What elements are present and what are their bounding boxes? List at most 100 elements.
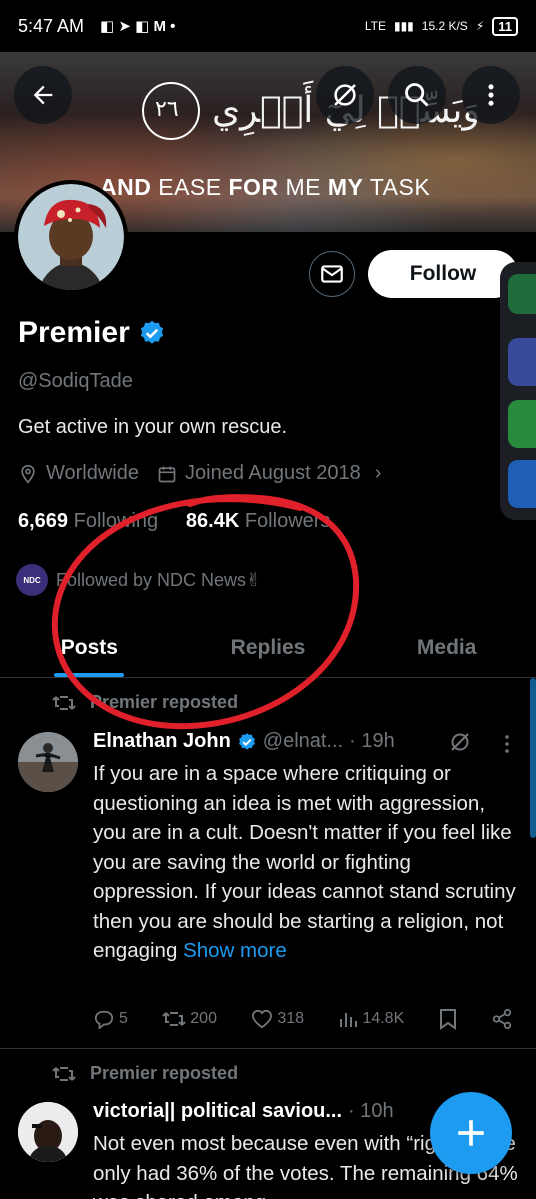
search-icon [405, 83, 429, 107]
battery-level: 11 [492, 16, 518, 36]
post-time: · 19h [349, 730, 395, 752]
profile-name: Premier [18, 316, 130, 349]
post-author-avatar[interactable] [18, 732, 78, 792]
banner-caption: AND EASE FOR ME MY TASK [100, 174, 430, 201]
repost-icon [52, 1066, 76, 1081]
profile-handle: @SodiqTade [18, 370, 133, 392]
repost-indicator-2: Premier reposted [52, 1063, 238, 1084]
post-author-avatar-2[interactable] [18, 1102, 78, 1162]
side-chip-blue[interactable] [508, 460, 536, 508]
status-time: 5:47 AM [18, 15, 85, 36]
following-count: 6,669 [18, 510, 69, 532]
calendar-icon [158, 466, 176, 482]
more-vertical-icon [488, 84, 494, 106]
back-button[interactable] [14, 66, 72, 124]
views-chart-icon [340, 1013, 358, 1027]
share-action[interactable] [491, 1008, 513, 1030]
profile-meta: Worldwide Joined August 2018 › [18, 462, 381, 485]
network-speed: 15.2 K/S [421, 19, 468, 33]
location-icon [21, 464, 35, 484]
repost-label: Premier reposted [90, 692, 239, 712]
profile-location: Worldwide [46, 462, 139, 484]
verified-badge-icon [238, 732, 255, 750]
grok-icon[interactable] [448, 730, 472, 754]
heart-icon [252, 1009, 273, 1029]
profile-name-row: Premier [18, 316, 166, 350]
side-chip-green[interactable] [508, 274, 536, 314]
caption-my: MY [327, 174, 364, 200]
follow-button[interactable]: Follow [368, 250, 518, 298]
bookmark-icon [439, 1009, 456, 1030]
repost-action[interactable]: 200 [162, 1008, 217, 1030]
followed-by-text: Followed by NDC News✌ [56, 569, 262, 590]
ndc-avatar: NDC [16, 564, 48, 596]
side-chip-green-2[interactable] [508, 400, 536, 448]
charging-icon: ⚡ [475, 19, 485, 33]
show-more-link[interactable]: Show more [183, 939, 287, 962]
tab-media[interactable]: Media [357, 618, 536, 677]
view-count: 14.8K [362, 1010, 405, 1027]
post-header-2: victoria|| political saviou... · 10h [93, 1100, 394, 1123]
post-text-content: If you are in a space where critiquing o… [93, 762, 516, 962]
reply-action[interactable]: 5 [93, 1008, 128, 1030]
post-divider [0, 1048, 536, 1049]
following-label: Following [73, 510, 159, 532]
profile-stats: 6,669 Following 86.4K Followers [18, 510, 330, 533]
followed-by-row[interactable]: NDC Followed by NDC News✌ [16, 564, 261, 596]
repost-label: Premier reposted [90, 1063, 239, 1083]
back-arrow-icon [33, 85, 53, 105]
verse-number: ٢٦ [155, 96, 179, 121]
post-time-2: · 10h [348, 1100, 394, 1122]
profile-bio: Get active in your own rescue. [18, 416, 288, 438]
grok-icon [334, 84, 356, 106]
caption-ease: EASE [151, 174, 229, 200]
post-text: If you are in a space where critiquing o… [93, 759, 518, 966]
status-bar: 5:47 AM ◧ ➤ ◧ M • LTE ▮▮▮ 15.2 K/S ⚡ 11 [0, 0, 536, 52]
notification-icons: ◧ ➤ ◧ M • [100, 18, 176, 35]
caption-task: TASK [363, 174, 431, 200]
verified-badge-icon [140, 320, 163, 344]
post-actions: 5 200 318 14.8K [93, 1008, 513, 1030]
more-options-button[interactable] [462, 66, 520, 124]
post-header: Elnathan John @elnat... · 19h [93, 730, 395, 753]
author-photo [18, 732, 78, 792]
scrollbar[interactable] [530, 678, 536, 838]
post-more-icon[interactable] [497, 732, 517, 756]
reply-count: 5 [119, 1010, 128, 1027]
repost-icon [52, 695, 76, 710]
author-photo-2 [18, 1102, 78, 1162]
like-action[interactable]: 318 [251, 1008, 304, 1030]
following-link[interactable]: 6,669 Following [18, 510, 158, 532]
views-action[interactable]: 14.8K [338, 1008, 404, 1030]
profile-tabs: Posts Replies Media [0, 618, 536, 678]
share-icon [492, 1008, 512, 1030]
search-button[interactable] [388, 66, 446, 124]
compose-post-button[interactable] [430, 1092, 512, 1174]
repost-count: 200 [190, 1010, 217, 1027]
post-author-name-2[interactable]: victoria|| political saviou... [93, 1100, 342, 1123]
tab-replies[interactable]: Replies [179, 618, 358, 677]
post-author-name[interactable]: Elnathan John [93, 730, 231, 753]
plus-icon [458, 1120, 484, 1146]
floating-side-panel[interactable] [500, 262, 536, 520]
repost-icon [162, 1012, 186, 1026]
grok-button[interactable] [316, 66, 374, 124]
followers-label: Followers [244, 510, 331, 532]
tab-posts[interactable]: Posts [0, 618, 179, 677]
followers-link[interactable]: 86.4K Followers [186, 510, 331, 532]
signal-icon: ▮▮▮ [393, 19, 414, 33]
reply-icon [94, 1010, 114, 1029]
message-button[interactable] [309, 251, 355, 297]
followers-count: 86.4K [185, 510, 240, 532]
like-count: 318 [277, 1010, 305, 1027]
repost-indicator: Premier reposted [52, 692, 238, 713]
caption-me: ME [278, 174, 328, 200]
profile-avatar[interactable] [14, 180, 128, 294]
post-author-handle[interactable]: @elnat... [263, 730, 343, 753]
bookmark-action[interactable] [439, 1008, 457, 1030]
envelope-icon [321, 265, 343, 283]
chevron-right-icon[interactable]: › [375, 462, 382, 485]
avatar-illustration [18, 184, 124, 290]
side-chip-purple[interactable] [508, 338, 536, 386]
profile-joined: Joined August 2018 [185, 462, 361, 484]
